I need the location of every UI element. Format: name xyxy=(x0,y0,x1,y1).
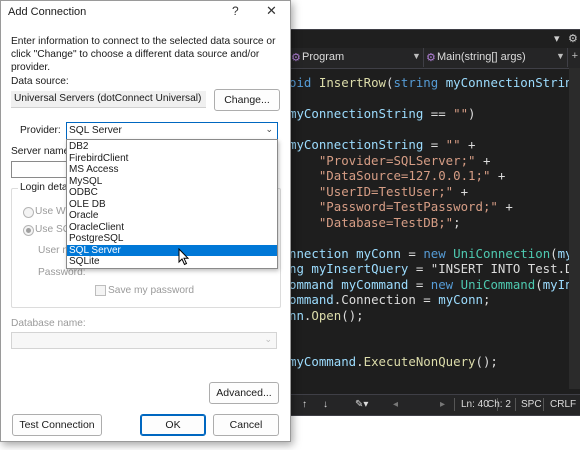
save-password-label: Save my password xyxy=(108,285,195,296)
provider-option[interactable]: SQLite xyxy=(67,256,277,268)
database-name-select[interactable]: ⌄ xyxy=(11,332,277,349)
class-icon: ⚙ xyxy=(291,52,301,64)
chevron-down-icon: ▼ xyxy=(556,51,565,61)
chevron-down-icon: ▼ xyxy=(412,51,421,61)
change-button[interactable]: Change... xyxy=(214,89,280,111)
vertical-scrollbar[interactable] xyxy=(569,68,580,389)
provider-value: SQL Server xyxy=(69,125,122,136)
whitespace-mode[interactable]: SPC xyxy=(521,399,542,410)
server-name-input[interactable] xyxy=(11,161,69,178)
provider-label: Provider: xyxy=(20,125,61,136)
code-line[interactable]: ommand myCommand = new UniCommand(myInse xyxy=(289,276,580,293)
code-line[interactable]: myConnectionString == "") xyxy=(289,105,476,122)
type-dropdown-label: Program xyxy=(302,51,345,63)
member-dropdown[interactable]: ⚙ Main(string[] args) ▼ xyxy=(424,48,568,67)
server-name-label: Server name: xyxy=(11,146,73,157)
editor-navigation-bar: ⚙ Program ▼ ⚙ Main(string[] args) ▼ + xyxy=(289,48,580,69)
help-button[interactable]: ? xyxy=(232,4,239,18)
provider-option[interactable]: ODBC xyxy=(67,187,277,199)
gear-icon[interactable]: ⚙ xyxy=(568,32,578,45)
line-number: Ln: 40 xyxy=(461,399,489,410)
code-editor[interactable]: ▾ ⚙ ⚙ Program ▼ ⚙ Main(string[] args) ▼ … xyxy=(288,29,580,416)
type-dropdown[interactable]: ⚙ Program ▼ xyxy=(289,48,424,67)
chevron-down-icon: ⌄ xyxy=(264,334,272,344)
scroll-left-icon[interactable]: ◂ xyxy=(393,399,398,410)
database-name-label: Database name: xyxy=(11,318,86,329)
code-line[interactable]: "Password=TestPassword;" + xyxy=(289,198,513,215)
provider-dropdown-list[interactable]: DB2 FirebirdClient MS Access MySQL ODBC OLE D… xyxy=(66,139,278,269)
code-area[interactable]: oid InsertRow(string myConnectionString)… xyxy=(289,74,580,369)
editor-status-bar: ↑ ↓ ✎▾ ◂ ▸ Ln: 40 Ch: 2 SPC CRLF xyxy=(289,394,580,415)
code-line[interactable]: nn.Open(); xyxy=(289,307,364,324)
provider-option[interactable]: FirebirdClient xyxy=(67,153,277,165)
provider-option[interactable]: PostgreSQL xyxy=(67,233,277,245)
member-dropdown-label: Main(string[] args) xyxy=(437,51,526,63)
provider-option[interactable]: OLE DB xyxy=(67,199,277,211)
code-line[interactable]: nnection myConn = new UniConnection(myC xyxy=(289,245,580,262)
mouse-cursor-icon xyxy=(178,248,190,266)
use-sql-auth-radio[interactable] xyxy=(23,225,34,236)
code-line[interactable]: "Provider=SQLServer;" + xyxy=(289,152,491,169)
line-endings[interactable]: CRLF xyxy=(550,399,576,410)
test-connection-button[interactable]: Test Connection xyxy=(12,414,102,436)
save-password-checkbox[interactable] xyxy=(95,285,106,296)
code-line[interactable]: myCommand.ExecuteNonQuery(); xyxy=(289,353,498,370)
close-button[interactable]: ✕ xyxy=(266,3,277,19)
user-name-label: User n xyxy=(38,245,69,256)
dialog-title: Add Connection xyxy=(8,6,87,18)
cancel-button[interactable]: Cancel xyxy=(213,414,279,436)
code-line[interactable]: "DataSource=127.0.0.1;" + xyxy=(289,167,506,184)
provider-option[interactable]: MySQL xyxy=(67,176,277,188)
chevron-down-icon: ⌄ xyxy=(265,124,273,134)
arrow-up-icon[interactable]: ↑ xyxy=(302,399,307,410)
add-connection-dialog: Add Connection ? ✕ Enter information to … xyxy=(0,0,291,442)
dialog-description: Enter information to connect to the sele… xyxy=(11,36,276,73)
provider-option[interactable]: OracleClient xyxy=(67,222,277,234)
provider-option[interactable]: MS Access xyxy=(67,164,277,176)
data-source-label: Data source: xyxy=(11,76,69,87)
use-windows-auth-radio[interactable] xyxy=(23,207,34,218)
code-line[interactable]: oid InsertRow(string myConnectionString) xyxy=(289,74,580,91)
data-source-field: Universal Servers (dotConnect Universal) xyxy=(11,91,206,108)
split-editor-icon[interactable]: + xyxy=(572,50,578,62)
provider-option[interactable]: SQL Server xyxy=(67,244,277,256)
code-line[interactable]: "Database=TestDB;"; xyxy=(289,214,461,231)
code-line[interactable]: myConnectionString = "" + xyxy=(289,136,476,153)
column-number: Ch: 2 xyxy=(487,399,511,410)
provider-option[interactable]: Oracle xyxy=(67,210,277,222)
provider-option[interactable]: DB2 xyxy=(67,141,277,153)
code-line[interactable]: ommand.Connection = myConn; xyxy=(289,291,490,308)
brush-icon[interactable]: ✎▾ xyxy=(355,399,368,410)
chevron-down-icon[interactable]: ▾ xyxy=(554,32,560,45)
arrow-down-icon[interactable]: ↓ xyxy=(323,399,328,410)
dialog-titlebar: Add Connection ? ✕ xyxy=(1,1,290,23)
data-source-value: Universal Servers (dotConnect Universal) xyxy=(14,93,202,104)
scroll-right-icon[interactable]: ▸ xyxy=(440,399,445,410)
editor-toolbar: ▾ ⚙ xyxy=(289,30,580,48)
code-line[interactable]: "UserID=TestUser;" + xyxy=(289,183,468,200)
code-line[interactable]: ng myInsertQuery = "INSERT INTO Test.Dep xyxy=(289,260,580,277)
ok-button[interactable]: OK xyxy=(140,414,206,436)
advanced-button[interactable]: Advanced... xyxy=(209,382,279,404)
provider-select[interactable]: SQL Server ⌄ xyxy=(66,122,278,140)
method-icon: ⚙ xyxy=(426,52,436,64)
